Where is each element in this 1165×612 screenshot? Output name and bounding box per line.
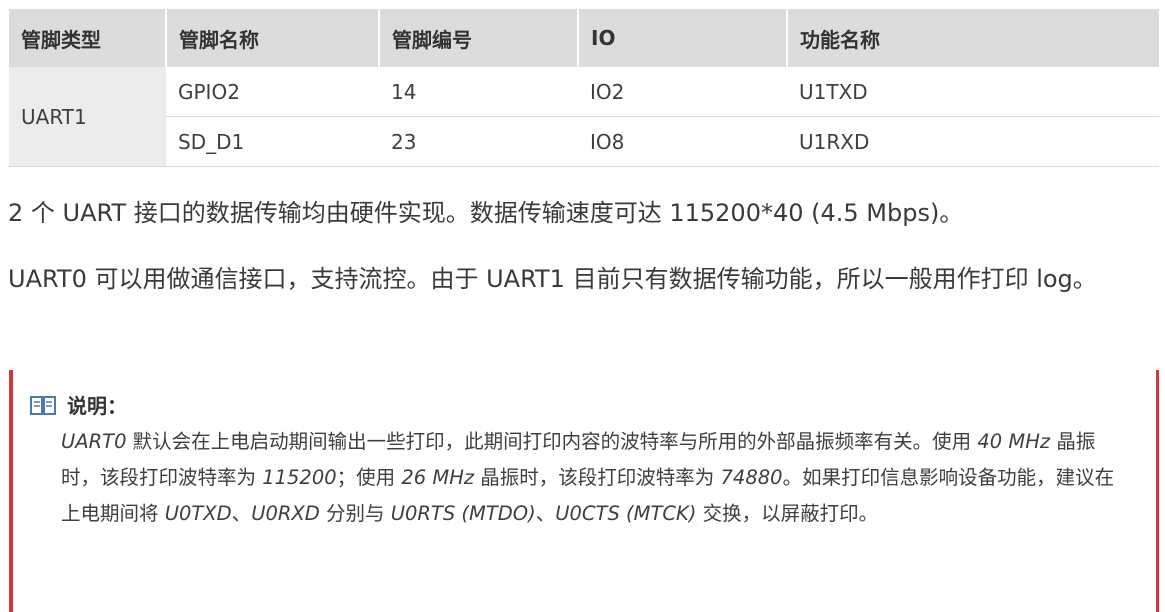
header-function-name: 功能名称: [786, 9, 1159, 67]
pin-name-cell: GPIO2: [166, 67, 379, 117]
term-74880: 74880: [720, 466, 783, 489]
term-26mhz: 26 MHz: [401, 466, 475, 489]
note-text: 晶振时，该段打印波特率为: [474, 466, 721, 489]
header-io: IO: [577, 9, 787, 67]
term-40mhz: 40 MHz: [977, 430, 1051, 453]
term-u0txd: U0TXD: [164, 502, 232, 525]
term-u0cts: U0CTS (MTCK): [555, 502, 697, 525]
header-pin-name: 管脚名称: [165, 9, 379, 67]
paragraph-uart-speed: 2 个 UART 接口的数据传输均由硬件实现。数据传输速度可达 115200*4…: [8, 199, 964, 227]
note-text: 分别与: [319, 502, 391, 525]
note-text: ；使用: [336, 466, 402, 489]
term-uart0: UART0: [61, 430, 127, 453]
pin-number-cell: 14: [379, 67, 578, 117]
function-name-cell: U1RXD: [787, 116, 1159, 167]
io-cell: IO8: [578, 116, 787, 167]
table-header-row: 管脚类型 管脚名称 管脚编号 IO 功能名称: [9, 9, 1159, 67]
term-115200: 115200: [262, 466, 337, 489]
pin-type-cell: UART1: [9, 67, 166, 167]
note-title: 说明：: [67, 394, 127, 418]
note-text: 、: [535, 502, 556, 525]
table-row: UART1 GPIO2 14 IO2 U1TXD: [9, 67, 1159, 167]
pin-number-cell: 23: [379, 116, 578, 167]
pin-table: 管脚类型 管脚名称 管脚编号 IO 功能名称 UART1 GPIO2 14 IO…: [9, 9, 1159, 167]
function-name-cell: U1TXD: [787, 67, 1159, 117]
term-u0rxd: U0RXD: [251, 502, 320, 525]
io-cell: IO2: [578, 67, 787, 117]
term-u0rts: U0RTS (MTDO): [390, 502, 536, 525]
pin-name-cell: SD_D1: [166, 116, 379, 167]
note-header: 说明：: [29, 390, 127, 419]
note-text: 、: [231, 502, 252, 525]
note-text: 默认会在上电启动期间输出一些打印，此期间打印内容的波特率与所用的外部晶振频率有关…: [126, 430, 978, 453]
book-icon: [30, 395, 56, 415]
paragraph-uart-usage: UART0 可以用做通信接口，支持流控。由于 UART1 目前只有数据传输功能，…: [8, 265, 1097, 293]
note-box: 说明： UART0 默认会在上电启动期间输出一些打印，此期间打印内容的波特率与所…: [9, 370, 1159, 612]
table-row: SD_D1 23 IO8 U1RXD: [9, 116, 1159, 167]
header-pin-number: 管脚编号: [378, 9, 578, 67]
header-pin-type: 管脚类型: [9, 9, 166, 67]
note-text: 交换，以屏蔽打印。: [696, 502, 879, 525]
note-body: UART0 默认会在上电启动期间输出一些打印，此期间打印内容的波特率与所用的外部…: [61, 424, 1131, 532]
